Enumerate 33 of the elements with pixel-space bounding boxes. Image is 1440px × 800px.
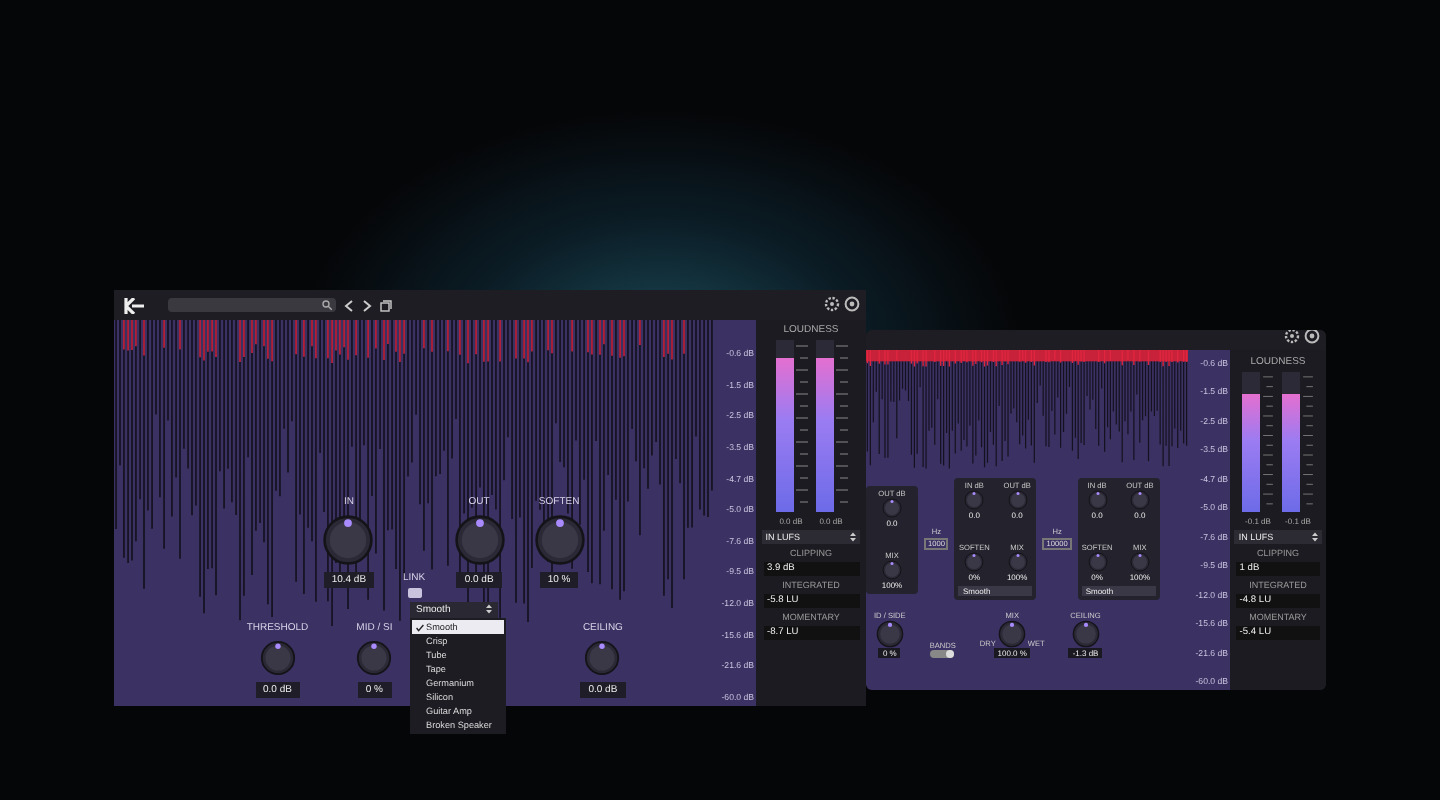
previous-icon[interactable] <box>344 299 354 311</box>
copy-icon[interactable] <box>380 299 392 311</box>
knob[interactable] <box>964 552 985 572</box>
knob[interactable] <box>881 559 902 579</box>
logo-icon <box>124 297 144 313</box>
knob[interactable] <box>875 620 904 648</box>
next-icon[interactable] <box>362 299 372 311</box>
caret-icon <box>486 604 492 614</box>
checkmark-icon <box>416 623 424 631</box>
knob[interactable] <box>1129 552 1150 572</box>
bands-switch[interactable] <box>930 650 955 658</box>
knob[interactable] <box>1071 620 1100 648</box>
knob[interactable] <box>356 640 393 676</box>
settings-icon[interactable] <box>1304 330 1320 344</box>
knob[interactable] <box>584 640 621 676</box>
knob[interactable] <box>1007 490 1028 510</box>
knob[interactable] <box>533 514 586 566</box>
knob[interactable] <box>259 640 296 676</box>
knob[interactable] <box>882 497 902 517</box>
settings-icon[interactable] <box>1284 330 1300 344</box>
knob[interactable] <box>997 620 1026 648</box>
knob[interactable] <box>1129 490 1150 510</box>
knob[interactable] <box>322 514 375 566</box>
knob[interactable] <box>1087 490 1108 510</box>
knob[interactable] <box>1087 552 1108 572</box>
preset-field[interactable] <box>168 298 336 312</box>
caret-icon <box>850 532 857 542</box>
knob[interactable] <box>453 514 506 566</box>
caret-icon <box>1311 532 1318 542</box>
link-toggle[interactable] <box>407 588 421 598</box>
knob[interactable] <box>1007 552 1028 572</box>
knob[interactable] <box>964 490 985 510</box>
search-icon <box>322 300 332 310</box>
